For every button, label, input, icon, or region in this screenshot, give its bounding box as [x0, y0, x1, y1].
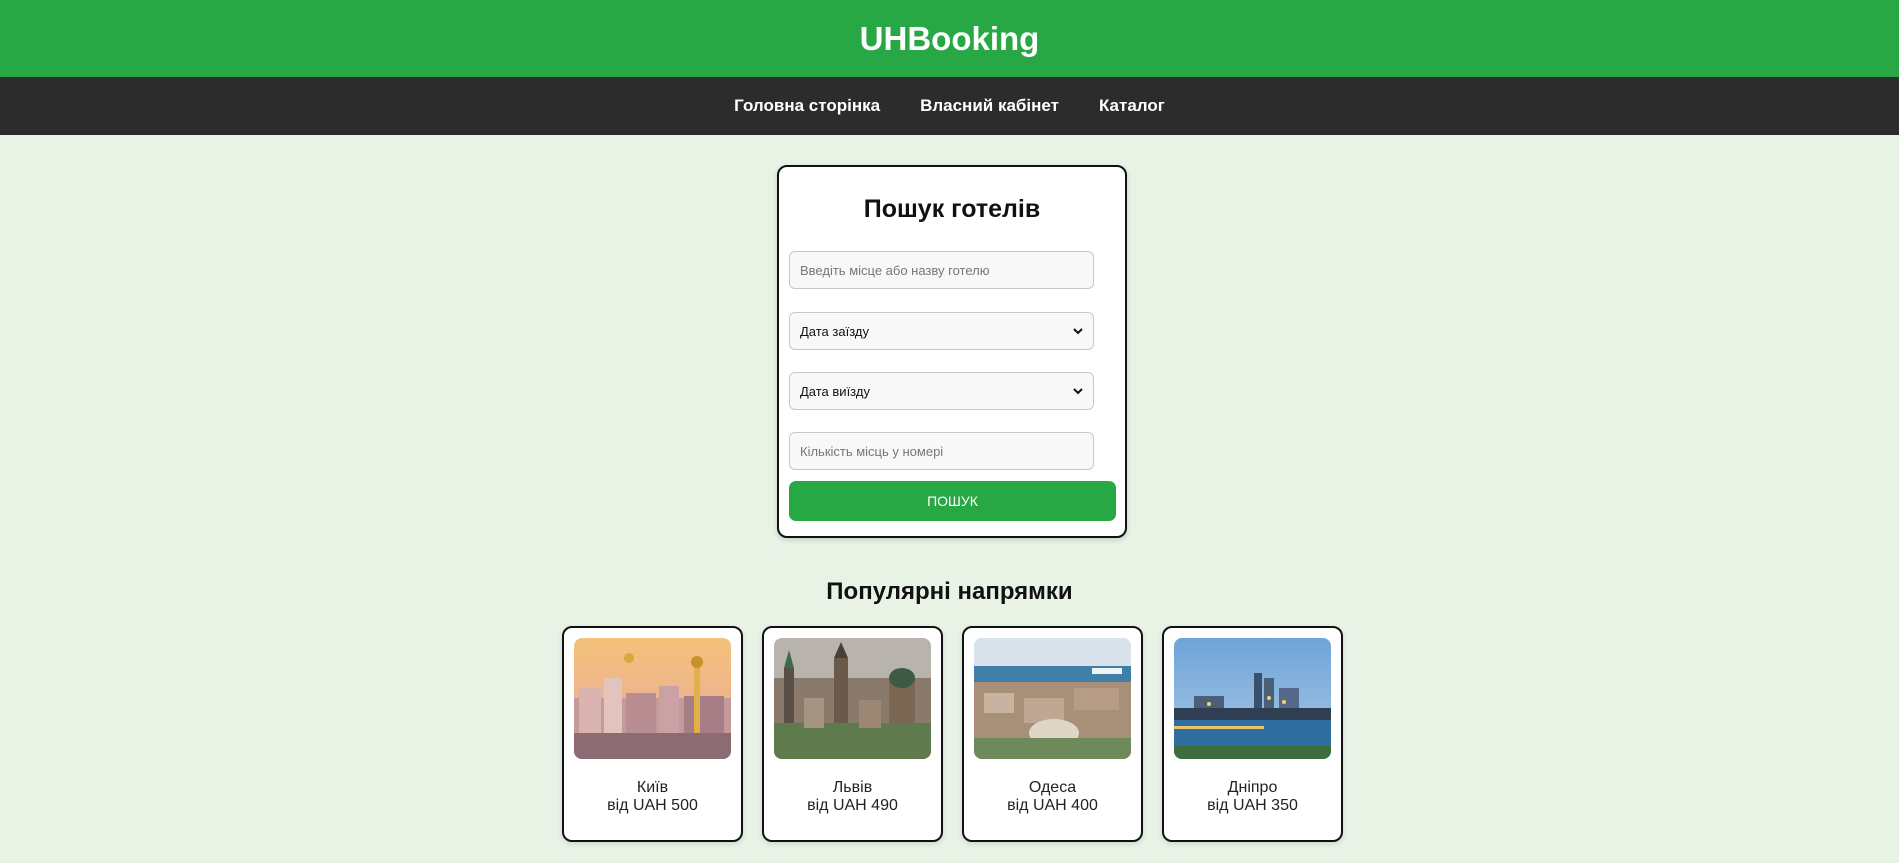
checkin-date-value: Дата заїзду — [800, 323, 869, 339]
destination-card-kyiv[interactable]: Київ від UAH 500 — [562, 626, 743, 842]
destination-city: Одеса — [1028, 779, 1077, 796]
dnipro-photo — [1174, 638, 1331, 759]
destination-city: Львів — [832, 779, 873, 796]
hotel-search-form: Пошук готелів Дата заїзду Дата виїзду ПО… — [777, 165, 1127, 538]
checkout-date-select[interactable]: Дата виїзду — [789, 372, 1094, 410]
destination-price: від UAH 500 — [607, 797, 698, 814]
main-nav: Головна сторінка Власний кабінет Каталог — [0, 77, 1899, 135]
guests-count-input[interactable] — [789, 432, 1094, 470]
kyiv-photo — [574, 638, 731, 759]
destination-city: Дніпро — [1227, 779, 1278, 796]
destination-price: від UAH 400 — [1007, 797, 1098, 814]
destination-card-dnipro[interactable]: Дніпро від UAH 350 — [1162, 626, 1343, 842]
nav-home-link[interactable]: Головна сторінка — [734, 96, 880, 116]
location-input[interactable] — [789, 251, 1094, 289]
checkin-date-select[interactable]: Дата заїзду — [789, 312, 1094, 350]
site-title: UHBooking — [859, 19, 1040, 57]
destination-card-odesa[interactable]: Одеса від UAH 400 — [962, 626, 1143, 842]
chevron-down-icon — [1073, 328, 1083, 335]
search-form-title: Пошук готелів — [863, 195, 1041, 223]
nav-account-link[interactable]: Власний кабінет — [920, 96, 1059, 116]
popular-destinations-title: Популярні напрямки — [826, 578, 1073, 605]
destination-card-lviv[interactable]: Львів від UAH 490 — [762, 626, 943, 842]
destination-city: Київ — [636, 779, 669, 796]
chevron-down-icon — [1073, 388, 1083, 395]
search-button[interactable]: ПОШУК — [789, 481, 1116, 521]
checkout-date-value: Дата виїзду — [800, 383, 870, 399]
site-header: UHBooking — [0, 0, 1899, 77]
destination-price: від UAH 350 — [1207, 797, 1298, 814]
odesa-photo — [974, 638, 1131, 759]
nav-catalog-link[interactable]: Каталог — [1099, 96, 1165, 116]
lviv-photo — [774, 638, 931, 759]
destination-price: від UAH 490 — [807, 797, 898, 814]
